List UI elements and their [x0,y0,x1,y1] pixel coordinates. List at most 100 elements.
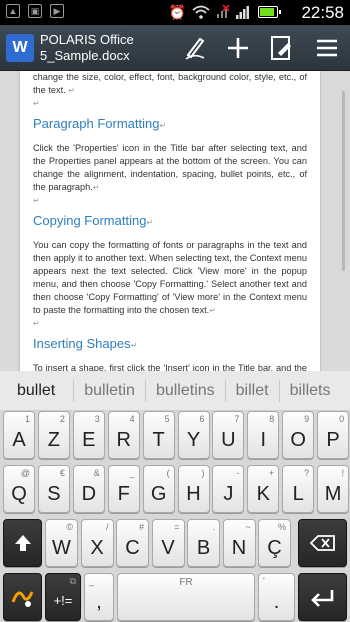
key-n[interactable]: ~ N [222,519,256,567]
backspace-icon [310,535,335,551]
key-d[interactable]: & D [72,465,105,513]
key-char: W [52,537,71,559]
key-secondary-char: 5 [164,414,170,424]
key-char: X [90,537,104,559]
app-title: POLARIS Office 5_Sample.docx [40,32,134,64]
key-char: E [82,429,96,451]
backspace-key[interactable] [298,519,347,567]
key-char: P [326,429,340,451]
key-secondary-char: ! [341,468,345,478]
intro-paragraph: change the size, color, effect, font, ba… [33,72,307,95]
key-g[interactable]: (G [142,465,175,513]
key-b[interactable]: .B [187,519,220,567]
key-ç[interactable]: % Ç [258,519,291,567]
key-secondary-char: © [66,522,73,532]
key-p[interactable]: 0P [317,411,350,459]
key-v[interactable]: = V [151,519,185,567]
key-char: K [256,483,270,505]
section-body: To insert a shape, first click the 'Inse… [33,363,307,371]
key-a[interactable]: 1A [3,411,35,459]
key-char: I [260,429,267,451]
key-secondary-char: = [174,522,180,532]
key-z[interactable]: 2Z [37,411,70,459]
key-m[interactable]: ! M [317,465,350,513]
key-char: Y [186,429,201,451]
period-key[interactable]: . ' [258,573,295,621]
key-j[interactable]: -J [212,465,245,513]
key-secondary-char: - [236,468,240,478]
key-secondary-char: ) [201,468,205,478]
document-page[interactable]: change the size, color, effect, font, ba… [20,71,320,371]
key-secondary-char: + [269,468,275,478]
enter-key[interactable] [298,573,347,621]
key-e[interactable]: 3E [72,411,105,459]
menu-icon [317,39,337,57]
suggestion-item[interactable]: bullet [0,382,73,400]
key-s[interactable]: € S [37,465,70,513]
key-o[interactable]: 9O [282,411,315,459]
key-secondary-char: # [138,522,144,532]
suggestion-bar: bullet bulletin bulletins billet billets [0,371,350,411]
key-secondary-char: 8 [269,414,275,424]
document-view[interactable]: change the size, color, effect, font, ba… [0,71,350,371]
key-secondary-char: 3 [94,414,100,424]
symbols-key-window-icon: ⧉ [69,576,76,586]
key-char: V [161,537,175,559]
key-q[interactable]: @ Q [3,465,35,513]
key-k[interactable]: + K [247,465,280,513]
space-key[interactable]: FR [117,573,255,621]
key-i[interactable]: 8I [247,411,280,459]
symbols-key[interactable]: +!= ⧉ [45,573,81,621]
key-w[interactable]: © W [45,519,78,567]
key-t[interactable]: 5T [142,411,175,459]
suggestion-item[interactable]: bulletin [74,382,145,400]
pen-icon [185,37,205,60]
section-body: Click the 'Properties' icon in the Title… [33,143,307,192]
key-secondary-char: @ [20,468,30,478]
key-secondary-char: / [105,522,109,532]
menu-button[interactable] [312,33,342,63]
edit-document-button[interactable] [267,33,297,63]
document-scrollbar[interactable] [342,91,345,271]
alarm-icon: ⏰ [168,4,186,20]
key-secondary-char: _ [129,468,135,478]
swype-key[interactable] [3,573,42,621]
key-l[interactable]: ? L [282,465,315,513]
enter-icon [311,590,334,607]
key-secondary-char: € [59,468,65,478]
key-h[interactable]: ) H [177,465,210,513]
key-char: O [290,429,306,451]
key-char: N [231,537,247,559]
play-store-icon: ▶ [50,4,64,18]
key-c[interactable]: # C [116,519,149,567]
key-x[interactable]: / X [80,519,114,567]
key-char: Q [11,483,27,505]
file-name: 5_Sample.docx [40,48,130,63]
suggestion-item[interactable]: billets [280,382,341,400]
key-r[interactable]: 4R [107,411,140,459]
add-button[interactable] [223,33,253,63]
key-secondary-char: ? [304,468,310,478]
shift-key[interactable] [3,519,42,567]
swype-icon [11,591,34,607]
key-char: D [81,483,97,505]
key-y[interactable]: 6Y [177,411,210,459]
key-char: R [116,429,131,451]
section-heading: Copying Formatting↵ [33,213,154,228]
word-document-icon[interactable]: W [6,34,34,62]
comma-key[interactable]: , _ [84,573,114,621]
pen-button[interactable] [180,33,210,63]
key-char: U [221,429,236,451]
key-char: Ç [267,537,282,559]
suggestion-item[interactable]: billet [226,382,279,400]
empty-paragraph: ↵ [33,196,40,205]
key-char: J [223,483,234,505]
soft-keyboard: 1A2Z3E4R5T6Y7U8I9O0P @ Q € S & D _ F(G) H - J + K? L!… [0,411,350,622]
key-secondary-char: 6 [199,414,205,424]
signal-icon [236,6,249,19]
key-f[interactable]: _ F [107,465,140,513]
empty-paragraph: ↵ [33,99,40,108]
section-body: You can copy the formatting of fonts or … [33,240,307,315]
key-u[interactable]: 7U [212,411,245,459]
suggestion-item[interactable]: bulletins [146,382,225,400]
